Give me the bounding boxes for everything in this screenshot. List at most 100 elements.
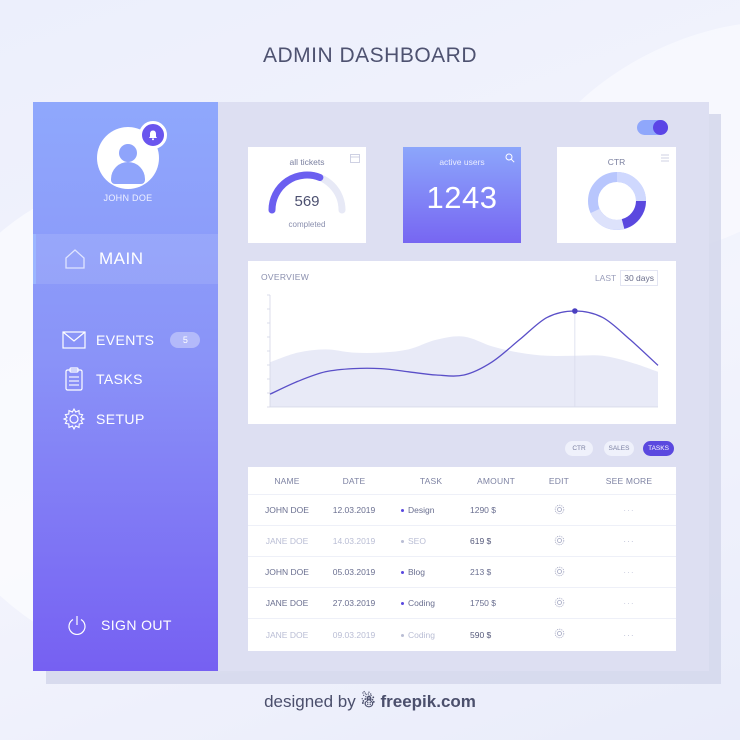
- task-dot: [401, 571, 404, 575]
- filter-ctr-button[interactable]: CTR: [565, 441, 593, 456]
- filter-tasks-button[interactable]: TASKS: [643, 441, 674, 456]
- notification-bell-icon[interactable]: [139, 121, 167, 149]
- sidebar-item-label: SETUP: [96, 411, 145, 427]
- cell-date: 05.03.2019: [332, 567, 376, 577]
- cell-task-label: Coding: [408, 629, 435, 640]
- events-count-badge: 5: [170, 332, 201, 348]
- column-header-amount[interactable]: AMOUNT: [470, 476, 522, 486]
- tasks-table: NAME DATE TASK AMOUNT EDIT SEE MORE JOHN…: [248, 467, 676, 651]
- mail-icon: [62, 328, 86, 352]
- table-header: NAME DATE TASK AMOUNT EDIT SEE MORE: [248, 467, 676, 495]
- cell-amount: 213 $: [470, 567, 492, 577]
- cell-date: 12.03.2019: [332, 505, 376, 515]
- clipboard-icon: [62, 367, 86, 391]
- freepik-logo-icon: ☃: [360, 692, 376, 711]
- cell-amount: 590 $: [470, 629, 492, 640]
- sidebar-item-label: TASKS: [96, 371, 143, 387]
- date-range-select[interactable]: 30 days: [620, 270, 658, 286]
- power-icon: [68, 616, 86, 636]
- date-range: LAST 30 days: [595, 270, 658, 286]
- see-more-icon[interactable]: ···: [603, 567, 655, 577]
- active-users-card[interactable]: active users 1243: [403, 147, 521, 243]
- ctr-donut-chart: [588, 172, 646, 230]
- sidebar-item-tasks[interactable]: TASKS: [33, 364, 218, 394]
- cell-date: 27.03.2019: [332, 598, 376, 608]
- cell-task-label: Design: [408, 505, 435, 515]
- home-icon: [65, 249, 85, 269]
- toggle-knob: [653, 120, 668, 135]
- cell-task: SEO: [401, 536, 461, 546]
- task-dot: [401, 540, 404, 544]
- sidebar-item-label: EVENTS: [96, 332, 155, 348]
- table-row[interactable]: JANE DOE 14.03.2019 SEO 619 $ ···: [248, 526, 676, 557]
- sidebar-item-main[interactable]: MAIN: [33, 234, 218, 284]
- see-more-icon[interactable]: ···: [603, 630, 655, 640]
- column-header-task[interactable]: TASK: [401, 476, 461, 486]
- edit-gear-icon[interactable]: [544, 535, 574, 548]
- credit-prefix: designed by: [264, 692, 356, 711]
- column-header-see-more: SEE MORE: [605, 475, 653, 486]
- edit-gear-icon[interactable]: [544, 628, 574, 641]
- cell-amount: 1750 $: [470, 598, 496, 608]
- cell-amount: 1290 $: [470, 505, 496, 515]
- cell-task: Blog: [401, 567, 461, 577]
- sign-out-button[interactable]: SIGN OUT: [33, 610, 218, 640]
- cell-date: 09.03.2019: [332, 629, 376, 640]
- edit-gear-icon[interactable]: [544, 504, 574, 517]
- cell-task: Coding: [401, 598, 461, 608]
- theme-toggle[interactable]: [637, 120, 668, 135]
- cell-task: Design: [401, 505, 461, 515]
- date-range-prefix: LAST: [594, 273, 617, 283]
- card-title: active users: [439, 157, 485, 167]
- credit-brand: freepik.com: [380, 692, 476, 711]
- edit-gear-icon[interactable]: [544, 566, 574, 579]
- see-more-icon[interactable]: ···: [603, 505, 655, 515]
- column-header-edit: EDIT: [548, 475, 570, 486]
- overview-chart-panel: OVERVIEW LAST 30 days: [248, 261, 676, 424]
- avatar-head: [119, 144, 137, 162]
- dashboard-window: JOHN DOE MAIN EVENTS 5 TASKS SETUP SIGN …: [33, 102, 709, 671]
- sidebar-item-setup[interactable]: SETUP: [33, 404, 218, 434]
- cell-name: JANE DOE: [265, 629, 309, 640]
- cell-name: JANE DOE: [265, 536, 309, 546]
- column-header-date[interactable]: DATE: [326, 476, 382, 486]
- cell-name: JANE DOE: [265, 598, 309, 608]
- sign-out-label: SIGN OUT: [101, 617, 172, 633]
- sidebar-item-label: MAIN: [99, 249, 144, 268]
- page-title: ADMIN DASHBOARD: [262, 44, 478, 67]
- cell-name: JOHN DOE: [265, 567, 309, 577]
- filter-sales-button[interactable]: SALES: [604, 441, 634, 456]
- avatar-body: [111, 162, 145, 184]
- data-point-marker[interactable]: [572, 308, 578, 314]
- table-row[interactable]: JANE DOE 09.03.2019 Coding 590 $ ···: [248, 619, 676, 650]
- cell-task-label: Blog: [408, 567, 426, 577]
- cell-amount: 619 $: [470, 536, 492, 546]
- edit-gear-icon[interactable]: [544, 597, 574, 610]
- user-name: JOHN DOE: [103, 193, 153, 203]
- table-row[interactable]: JOHN DOE 12.03.2019 Design 1290 $ ···: [248, 495, 676, 526]
- cell-task: Coding: [401, 630, 461, 640]
- see-more-icon[interactable]: ···: [603, 536, 655, 546]
- sidebar: JOHN DOE MAIN EVENTS 5 TASKS SETUP SIGN …: [33, 102, 218, 671]
- cell-name: JOHN DOE: [265, 505, 309, 515]
- chart-title: OVERVIEW: [261, 272, 310, 282]
- sidebar-item-events[interactable]: EVENTS 5: [33, 325, 218, 355]
- tickets-card[interactable]: all tickets 569 completed: [248, 147, 366, 243]
- tickets-subtitle: completed: [288, 220, 326, 229]
- task-dot: [401, 633, 404, 637]
- bell-icon: [149, 130, 157, 141]
- table-row[interactable]: JANE DOE 27.03.2019 Coding 1750 $ ···: [248, 588, 676, 619]
- cell-task-label: Coding: [408, 598, 435, 608]
- column-header-name[interactable]: NAME: [248, 476, 326, 486]
- freepik-credit: designed by ☃ freepik.com: [0, 692, 740, 712]
- ctr-card[interactable]: CTR: [557, 147, 676, 243]
- see-more-icon[interactable]: ···: [603, 598, 655, 608]
- table-row[interactable]: JOHN DOE 05.03.2019 Blog 213 $ ···: [248, 557, 676, 588]
- cell-task-label: SEO: [408, 536, 426, 546]
- gear-icon: [62, 407, 86, 431]
- task-dot: [401, 509, 404, 513]
- cell-date: 14.03.2019: [332, 536, 376, 546]
- tickets-value: 569: [294, 193, 320, 210]
- active-users-value: 1243: [426, 180, 498, 215]
- search-icon[interactable]: [505, 153, 515, 163]
